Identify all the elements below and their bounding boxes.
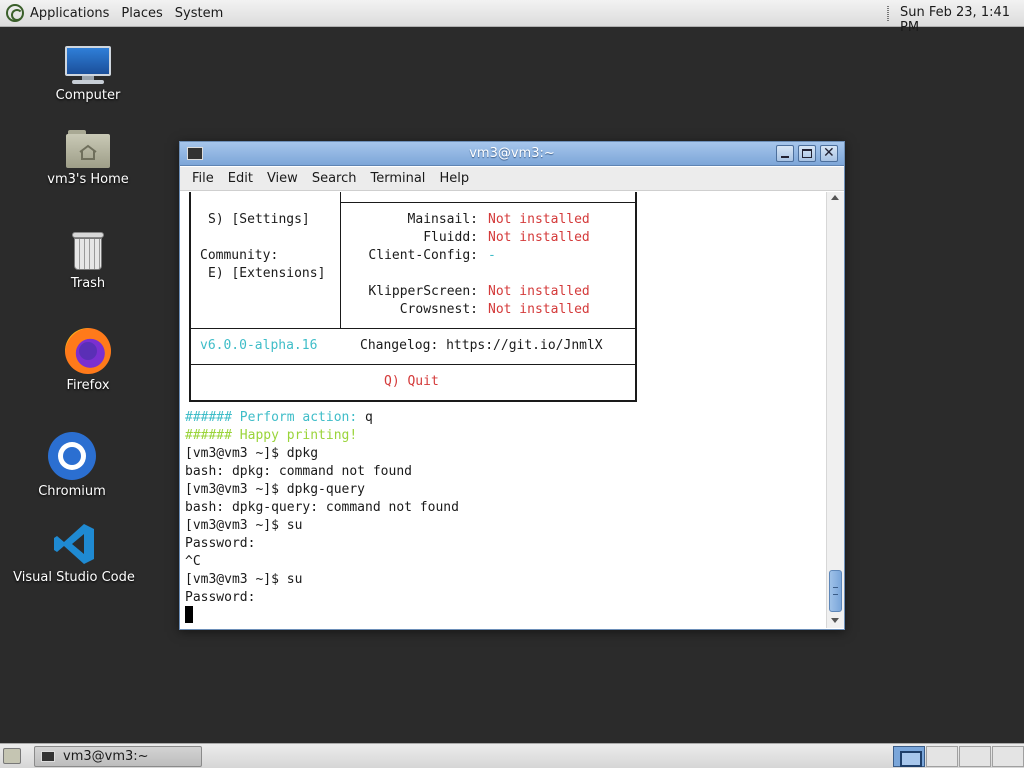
- close-icon: ✕: [823, 145, 835, 161]
- perform-action-input: q: [357, 410, 373, 425]
- component-name: Crowsnest:: [399, 302, 478, 317]
- perform-action-prompt: ###### Perform action:: [185, 410, 358, 425]
- window-title-bar[interactable]: vm3@vm3:~ ✕: [180, 142, 844, 166]
- terminal-output[interactable]: S) [Settings] Community: E) [Extensions]…: [180, 192, 826, 628]
- desktop-icon-trash[interactable]: Trash: [28, 230, 148, 291]
- minimize-button[interactable]: [776, 145, 794, 162]
- menu-terminal[interactable]: Terminal: [364, 171, 431, 186]
- desktop-icon-label: Chromium: [38, 484, 106, 499]
- taskbar-terminal-button[interactable]: vm3@vm3:~: [34, 746, 202, 767]
- applications-menu[interactable]: Applications: [0, 0, 115, 27]
- top-panel: Applications Places System Sun Feb 23, 1…: [0, 0, 1024, 35]
- terminal-cursor: [185, 606, 193, 623]
- desktop-icon-chromium[interactable]: Chromium: [12, 432, 132, 499]
- bottom-panel: vm3@vm3:~: [0, 743, 1024, 768]
- terminal-line: ^C: [185, 554, 201, 569]
- terminal-line: [vm3@vm3 ~]$ dpkg-query: [185, 482, 366, 497]
- desktop-icon-computer[interactable]: Computer: [28, 46, 148, 103]
- community-label: Community:: [200, 248, 279, 263]
- close-button[interactable]: ✕: [820, 145, 838, 162]
- box-border-right: [635, 192, 637, 402]
- trash-icon: [70, 230, 106, 272]
- workspace-2[interactable]: [926, 746, 958, 767]
- vscode-icon: [54, 524, 94, 564]
- maximize-button[interactable]: [798, 145, 816, 162]
- terminal-window[interactable]: vm3@vm3:~ ✕ File Edit View Search Termin…: [179, 141, 845, 630]
- computer-icon: [64, 46, 112, 84]
- firefox-icon: [65, 328, 111, 374]
- terminal-line: bash: dpkg: command not found: [185, 464, 412, 479]
- menu-view[interactable]: View: [261, 171, 304, 186]
- menu-search[interactable]: Search: [306, 171, 363, 186]
- minimize-icon: [781, 156, 789, 158]
- chromium-icon: [48, 432, 96, 480]
- component-name: Client-Config:: [368, 248, 478, 263]
- happy-printing-line: ###### Happy printing!: [185, 428, 358, 443]
- workspace-4[interactable]: [992, 746, 1024, 767]
- settings-option: S) [Settings]: [208, 212, 310, 227]
- terminal-line: Password:: [185, 536, 256, 551]
- taskbar-button-label: vm3@vm3:~: [63, 749, 149, 764]
- workspace-3[interactable]: [959, 746, 991, 767]
- menu-file[interactable]: File: [186, 171, 220, 186]
- scrollbar-thumb[interactable]: [829, 570, 842, 612]
- component-status: Not installed: [488, 284, 590, 299]
- component-status: Not installed: [488, 212, 590, 227]
- workspace-1[interactable]: [893, 746, 925, 767]
- distro-logo-icon: [6, 4, 24, 22]
- component-status: Not installed: [488, 230, 590, 245]
- desktop-icon-label: vm3's Home: [47, 172, 129, 187]
- terminal-line: Password:: [185, 590, 256, 605]
- applications-menu-label: Applications: [30, 5, 110, 21]
- terminal-line: [vm3@vm3 ~]$ su: [185, 518, 303, 533]
- version-label: v6.0.0-alpha.16: [200, 338, 318, 353]
- terminal-line: [vm3@vm3 ~]$ su: [185, 572, 303, 587]
- desktop-icon-label: Visual Studio Code: [13, 570, 135, 585]
- component-status: Not installed: [488, 302, 590, 317]
- desktop-icon-firefox[interactable]: Firefox: [28, 328, 148, 393]
- quit-option: Q) Quit: [384, 374, 439, 389]
- desktop-icon-vscode[interactable]: Visual Studio Code: [13, 522, 135, 585]
- scroll-down-arrow-icon[interactable]: [831, 618, 839, 623]
- show-desktop-button[interactable]: [3, 748, 21, 764]
- component-name: KlipperScreen:: [368, 284, 478, 299]
- box-divider-top: [340, 202, 636, 203]
- desktop-icon-label: Computer: [55, 88, 121, 103]
- window-title: vm3@vm3:~: [469, 146, 555, 161]
- system-menu[interactable]: System: [169, 0, 229, 27]
- desktop-icon-home[interactable]: vm3's Home: [28, 130, 148, 187]
- terminal-icon: [41, 751, 55, 762]
- box-border-left: [189, 192, 191, 402]
- clock[interactable]: Sun Feb 23, 1:41 PM: [900, 5, 1024, 35]
- terminal-line: [vm3@vm3 ~]$ dpkg: [185, 446, 319, 461]
- scroll-up-arrow-icon[interactable]: [831, 195, 839, 200]
- menu-help[interactable]: Help: [433, 171, 475, 186]
- menu-edit[interactable]: Edit: [222, 171, 259, 186]
- desktop-icon-label: Firefox: [66, 378, 110, 393]
- box-border-bottom: [189, 400, 637, 402]
- home-folder-icon: [66, 130, 110, 168]
- panel-separator: [887, 6, 889, 21]
- places-menu[interactable]: Places: [115, 0, 168, 27]
- menu-bar: File Edit View Search Terminal Help: [180, 167, 844, 191]
- changelog-link: Changelog: https://git.io/JnmlX: [360, 338, 603, 353]
- component-name: Fluidd:: [423, 230, 478, 245]
- box-divider-vertical: [340, 192, 341, 328]
- maximize-icon: [802, 149, 812, 158]
- terminal-scrollbar[interactable]: [826, 192, 844, 628]
- terminal-line: bash: dpkg-query: command not found: [185, 500, 459, 515]
- box-divider-middle: [189, 328, 637, 329]
- extensions-option: E) [Extensions]: [208, 266, 326, 281]
- places-menu-label: Places: [121, 5, 163, 21]
- desktop-icon-label: Trash: [70, 276, 106, 291]
- box-divider-lower: [189, 364, 637, 365]
- component-name: Mainsail:: [407, 212, 478, 227]
- component-status: -: [488, 248, 496, 263]
- perform-action-line: ###### Perform action: q: [185, 409, 373, 427]
- system-menu-label: System: [174, 5, 224, 21]
